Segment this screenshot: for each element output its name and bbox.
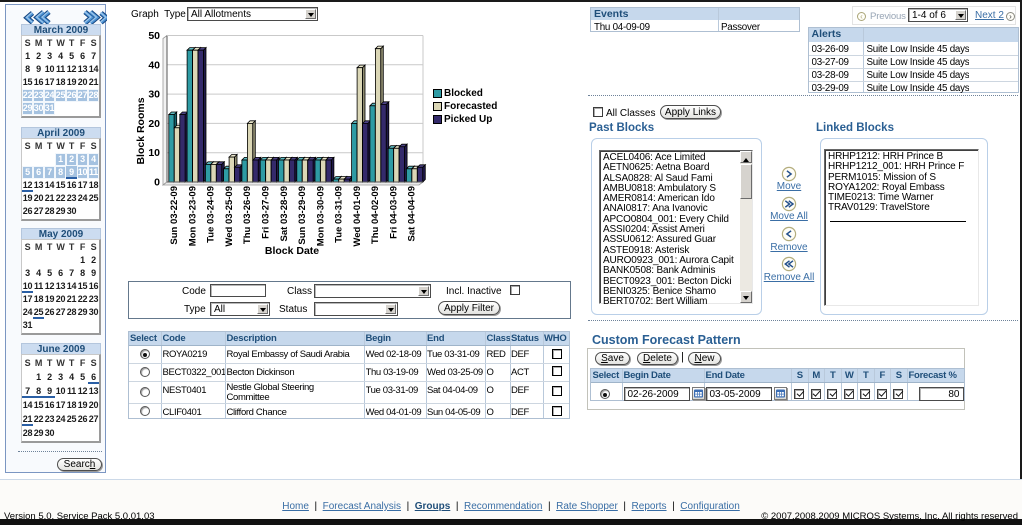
svg-text:Tue 03-31-09: Tue 03-31-09 bbox=[334, 186, 345, 243]
svg-text:Mon 03-23-09: Mon 03-23-09 bbox=[187, 186, 198, 246]
svg-text:Tue 03-24-09: Tue 03-24-09 bbox=[206, 186, 217, 243]
svg-text:40: 40 bbox=[148, 59, 160, 71]
svg-text:10: 10 bbox=[148, 147, 160, 159]
svg-text:Thu 04-02-09: Thu 04-02-09 bbox=[370, 186, 381, 244]
svg-text:50: 50 bbox=[148, 30, 160, 42]
svg-text:Mon 03-30-09: Mon 03-30-09 bbox=[315, 186, 326, 246]
svg-text:Block Date: Block Date bbox=[265, 245, 319, 257]
svg-text:Wed 03-25-09: Wed 03-25-09 bbox=[224, 186, 235, 247]
svg-text:30: 30 bbox=[148, 89, 160, 101]
svg-text:20: 20 bbox=[148, 118, 160, 130]
svg-text:Fri 03-27-09: Fri 03-27-09 bbox=[261, 186, 272, 239]
svg-text:0: 0 bbox=[154, 177, 160, 189]
svg-text:Wed 04-01-09: Wed 04-01-09 bbox=[352, 186, 363, 247]
svg-text:Sun 03-22-09: Sun 03-22-09 bbox=[169, 186, 180, 245]
svg-text:Block Rooms: Block Rooms bbox=[135, 97, 147, 164]
svg-text:Sat 04-04-09: Sat 04-04-09 bbox=[407, 186, 418, 241]
svg-text:Fri 04-03-09: Fri 04-03-09 bbox=[389, 186, 400, 239]
svg-text:Sun 03-29-09: Sun 03-29-09 bbox=[297, 186, 308, 245]
svg-text:Thu 03-26-09: Thu 03-26-09 bbox=[242, 186, 253, 244]
svg-text:Sat 03-28-09: Sat 03-28-09 bbox=[279, 186, 290, 241]
